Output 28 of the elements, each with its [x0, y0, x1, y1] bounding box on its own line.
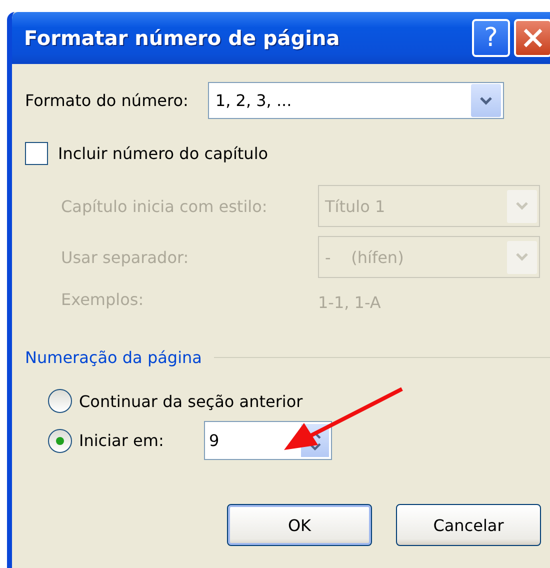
checkbox[interactable] — [25, 142, 48, 165]
group-title: Numeração da página — [25, 348, 202, 367]
field-label: Exemplos: — [61, 290, 145, 309]
radio-label[interactable]: Iniciar em: — [79, 431, 197, 450]
dialog-button[interactable]: Cancelar — [396, 504, 541, 546]
chevron-icon — [515, 252, 529, 262]
chevron-icon — [515, 201, 529, 211]
checkbox-label[interactable]: Incluir número do capítulo — [58, 144, 268, 163]
close-button[interactable] — [514, 19, 550, 57]
field-label: Capítulo inicia com estilo: — [61, 196, 268, 216]
number-format-dropdown[interactable]: 1, 2, 3, ... — [208, 82, 504, 119]
window-title: Formatar número de página — [24, 26, 340, 50]
radio-label[interactable]: Continuar da seção anterior — [79, 392, 303, 410]
field-value: 9 — [209, 431, 220, 450]
number-field[interactable]: 9 — [204, 421, 332, 460]
field-label: Formato do número: — [25, 91, 188, 110]
radio-button[interactable] — [48, 389, 72, 413]
radio-button[interactable] — [48, 428, 72, 452]
dropdown-value: Título 1 — [325, 196, 386, 216]
field-label: Usar separador: — [61, 248, 190, 266]
help-button[interactable]: ? — [472, 19, 510, 57]
chevron-icon — [479, 96, 494, 106]
dropdown-value: - (hífen) — [325, 248, 404, 266]
dialog-button[interactable]: OK — [227, 504, 372, 546]
close-icon — [522, 27, 544, 49]
example-text: 1-1, 1-A — [318, 292, 382, 312]
dropdown-value: 1, 2, 3, ... — [215, 91, 292, 110]
dropdown-button[interactable] — [471, 84, 502, 117]
